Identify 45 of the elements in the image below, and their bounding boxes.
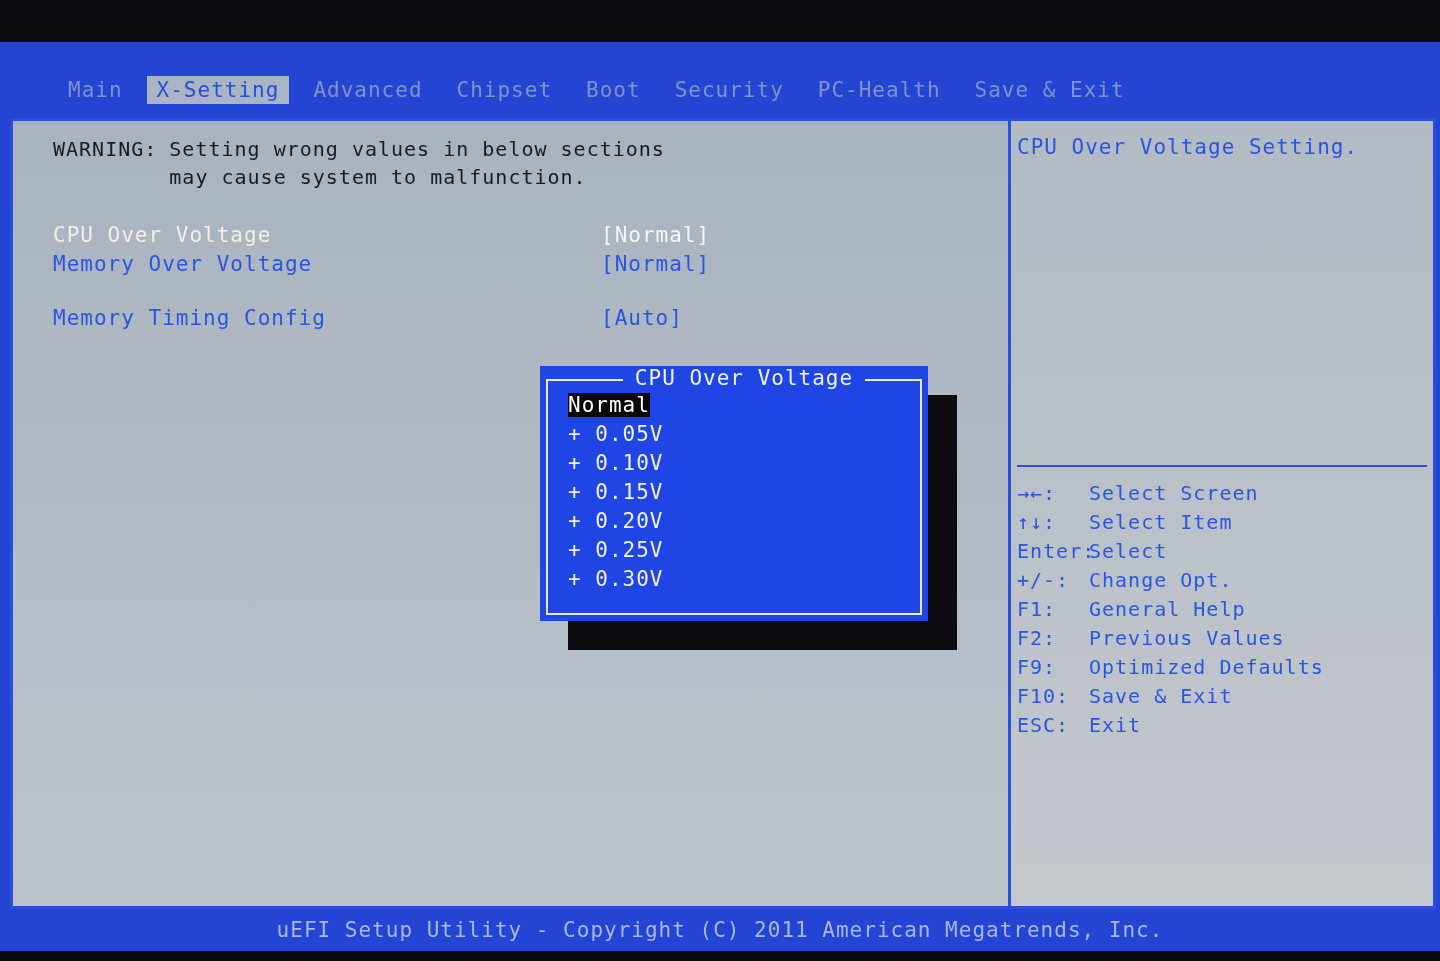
menu-tab[interactable]: PC-Health — [807, 76, 951, 104]
dialog-title: CPU Over Voltage — [622, 366, 866, 390]
warning-text: may cause system to malfunction. — [169, 165, 588, 189]
help-text: CPU Over Voltage Setting. — [1017, 135, 1360, 161]
option-item[interactable]: + 0.25V — [568, 537, 664, 562]
key-action: General Help — [1089, 597, 1246, 621]
key-label: F9: — [1017, 655, 1058, 679]
menu-tab[interactable]: Advanced — [303, 76, 433, 104]
key-action: Previous Values — [1089, 626, 1285, 650]
key-label: ↑↓: — [1017, 510, 1058, 534]
key-action: Select Item — [1089, 510, 1233, 534]
key-action: Save & Exit — [1089, 684, 1233, 708]
key-label: F1: — [1017, 597, 1058, 621]
key-action: Change Opt. — [1089, 568, 1233, 592]
menu-tab[interactable]: X-Setting — [146, 76, 290, 104]
option-item[interactable]: Normal — [568, 392, 650, 417]
key-action: Exit — [1089, 713, 1142, 737]
option-item[interactable]: + 0.30V — [568, 566, 664, 591]
key-label: →←: — [1017, 481, 1058, 505]
option-item[interactable]: + 0.20V — [568, 508, 664, 533]
menu-tab[interactable]: Chipset — [446, 76, 563, 104]
setting-label[interactable]: Memory Timing Config — [53, 306, 601, 330]
setting-label[interactable]: Memory Over Voltage — [53, 252, 601, 276]
option-item[interactable]: + 0.10V — [568, 450, 664, 475]
menu-tab[interactable]: Security — [664, 76, 794, 104]
option-item[interactable]: + 0.15V — [568, 479, 664, 504]
key-label: F10: — [1017, 684, 1071, 708]
key-label: F2: — [1017, 626, 1058, 650]
menu-tab[interactable]: Save & Exit — [964, 76, 1135, 104]
copyright-text: uEFI Setup Utility - Copyright (C) 2011 American Megatrends, Inc. — [276, 918, 1164, 942]
key-label: ESC: — [1017, 713, 1071, 737]
warning-text: Setting wrong values in below sections — [169, 137, 665, 161]
key-action: Optimized Defaults — [1089, 655, 1324, 679]
setting-value[interactable]: [Normal] — [601, 223, 711, 247]
key-label: +/-: — [1017, 568, 1071, 592]
key-action: Select — [1089, 539, 1168, 563]
menu-tab[interactable]: Boot — [576, 76, 651, 104]
menu-tab[interactable]: Main — [58, 76, 133, 104]
setting-value[interactable]: [Auto] — [601, 306, 683, 330]
setting-value[interactable]: [Normal] — [601, 252, 711, 276]
option-item[interactable]: + 0.05V — [568, 421, 664, 446]
key-label: Enter: — [1017, 539, 1089, 563]
key-action: Select Screen — [1089, 481, 1259, 505]
warning-label: WARNING: — [53, 137, 158, 163]
setting-label[interactable]: CPU Over Voltage — [53, 223, 601, 247]
